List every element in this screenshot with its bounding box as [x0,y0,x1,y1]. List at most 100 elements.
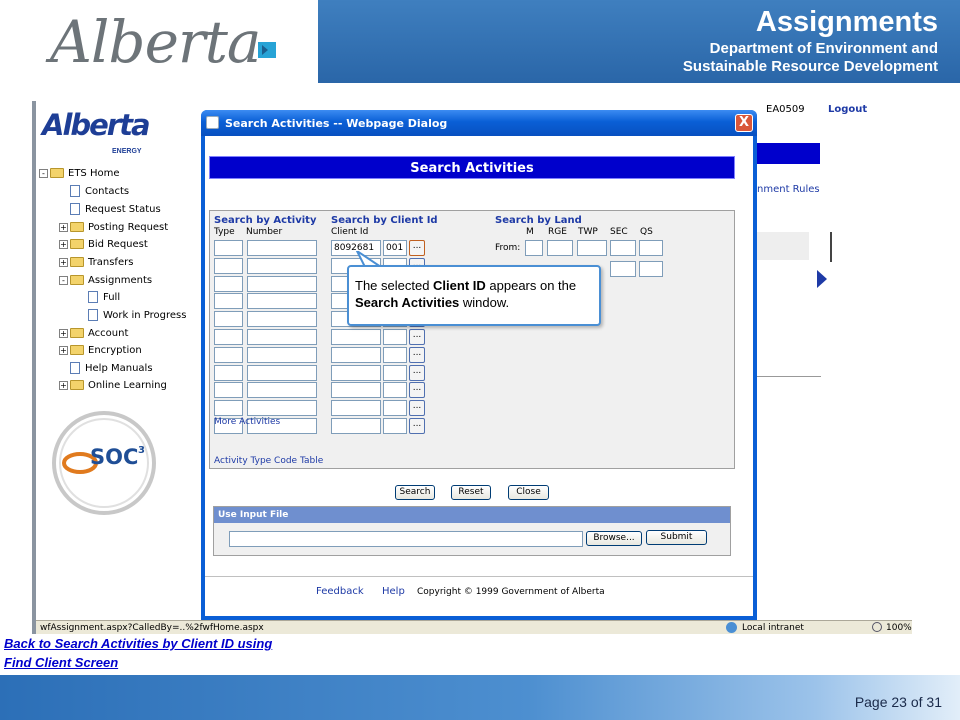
land-from-qs-input[interactable] [639,240,663,256]
find-client-button[interactable]: ... [409,346,425,363]
search-button[interactable]: Search [395,485,435,500]
expand-icon[interactable]: + [59,257,68,267]
activity-number-input[interactable] [247,293,317,310]
nav-tree-item[interactable]: + Bid Request [59,237,148,251]
nav-tree-label: Work in Progress [103,309,187,321]
nav-tree-label: Transfers [88,256,134,268]
client-suffix-input[interactable]: 001 [383,240,407,256]
nav-tree-item[interactable]: - ETS Home [39,166,119,180]
activity-type-input[interactable] [214,311,243,328]
folder-icon [70,328,84,338]
nav-tree-item[interactable]: + Account [59,326,128,340]
client-id-input[interactable] [331,400,381,417]
header-logo-area: Alberta [0,0,318,83]
find-client-button[interactable]: ... [409,400,425,417]
find-client-screen-link[interactable]: Find Client Screen [4,655,118,670]
nav-tree-item[interactable]: - Assignments [59,273,152,287]
nav-tree-item[interactable]: Request Status [59,202,161,216]
nav-tree-item[interactable]: + Posting Request [59,220,168,234]
expand-icon[interactable]: + [59,239,68,249]
activity-type-code-table-link[interactable]: Activity Type Code Table [214,456,323,466]
nav-tree-item[interactable]: Work in Progress [77,308,186,322]
nav-tree-label: Account [88,327,129,339]
land-to-sec-input[interactable] [610,261,636,277]
collapse-icon[interactable]: - [39,168,48,178]
land-from-twp-input[interactable] [577,240,607,256]
land-from-rge-input[interactable] [547,240,573,256]
expand-icon[interactable]: + [59,222,68,232]
slide: Alberta Assignments Department of Enviro… [0,0,960,720]
expand-icon[interactable]: + [59,328,68,338]
dialog-titlebar[interactable]: Search Activities -- Webpage Dialog X [201,110,757,136]
nav-tree-item[interactable]: + Encryption [59,343,142,357]
activity-number-input[interactable] [247,275,317,292]
client-suffix-input[interactable] [383,346,407,363]
land-from-sec-input[interactable] [610,240,636,256]
client-suffix-input[interactable] [383,382,407,399]
nav-tree-item[interactable]: + Online Learning [59,378,167,392]
activity-type-input[interactable] [214,293,243,310]
nav-tree-item[interactable]: + Transfers [59,255,133,269]
activity-type-input[interactable] [214,382,243,399]
activity-type-input[interactable] [214,275,243,292]
client-suffix-input[interactable] [383,329,407,345]
close-button[interactable]: Close [508,485,549,500]
nav-tree-label: Full [103,291,121,303]
find-client-button[interactable]: ... [409,382,425,399]
activity-number-input[interactable] [247,240,317,256]
client-id-input[interactable] [331,346,381,363]
help-link[interactable]: Help [382,586,405,597]
folder-icon [50,168,64,178]
client-id-input[interactable] [331,364,381,381]
dialog-body: Search Activities Search by Activity Typ… [205,136,753,616]
activity-type-input[interactable] [214,364,243,381]
activity-number-input[interactable] [247,364,317,381]
input-file-path[interactable] [229,531,583,547]
activity-number-input[interactable] [247,311,317,328]
feedback-link[interactable]: Feedback [316,586,364,597]
back-to-search-link[interactable]: Back to Search Activities by Client ID u… [4,636,272,651]
collapse-icon[interactable]: - [59,275,68,285]
expand-icon[interactable]: + [59,345,68,355]
nav-tree-label: Request Status [85,203,161,215]
activity-number-input[interactable] [247,329,317,345]
client-suffix-input[interactable] [383,418,407,434]
expand-icon[interactable]: + [59,380,68,390]
find-client-button[interactable]: ... [409,329,425,345]
activity-type-input[interactable] [214,329,243,345]
submit-button[interactable]: Submit [646,530,707,545]
soc3-logo: SOC 3 [52,411,156,515]
reset-button[interactable]: Reset [451,485,491,500]
nav-tree-item[interactable]: Full [77,290,120,304]
activity-number-input[interactable] [247,257,317,274]
land-to-qs-input[interactable] [639,261,663,277]
dialog-close-button[interactable]: X [735,114,753,132]
client-id-input[interactable] [331,382,381,399]
client-id-input[interactable] [331,329,381,345]
assignment-rules-link[interactable]: nment Rules [757,184,820,195]
page-divider [757,376,821,377]
nav-tree-label: Encryption [88,344,142,356]
find-client-button[interactable]: ... [409,364,425,381]
activity-type-input[interactable] [214,346,243,363]
nav-tree-label: Help Manuals [85,362,153,374]
land-from-m-input[interactable] [525,240,543,256]
find-client-button[interactable]: ... [409,418,425,434]
browse-button[interactable]: Browse... [586,531,642,546]
more-activities-link[interactable]: More Activities [214,417,280,427]
logout-link[interactable]: Logout [828,104,867,115]
activity-number-input[interactable] [247,382,317,399]
next-arrow-icon[interactable] [817,270,827,288]
activity-number-input[interactable] [247,400,317,417]
find-client-button[interactable]: ... [409,240,425,256]
activity-number-input[interactable] [247,346,317,363]
nav-tree-item[interactable]: Help Manuals [59,361,153,375]
activity-type-input[interactable] [214,240,243,256]
client-suffix-input[interactable] [383,364,407,381]
client-id-input[interactable] [331,418,381,434]
status-zoom[interactable]: 100% [886,623,912,633]
activity-type-input[interactable] [214,400,243,417]
nav-tree-item[interactable]: Contacts [59,184,129,198]
activity-type-input[interactable] [214,257,243,274]
client-suffix-input[interactable] [383,400,407,417]
